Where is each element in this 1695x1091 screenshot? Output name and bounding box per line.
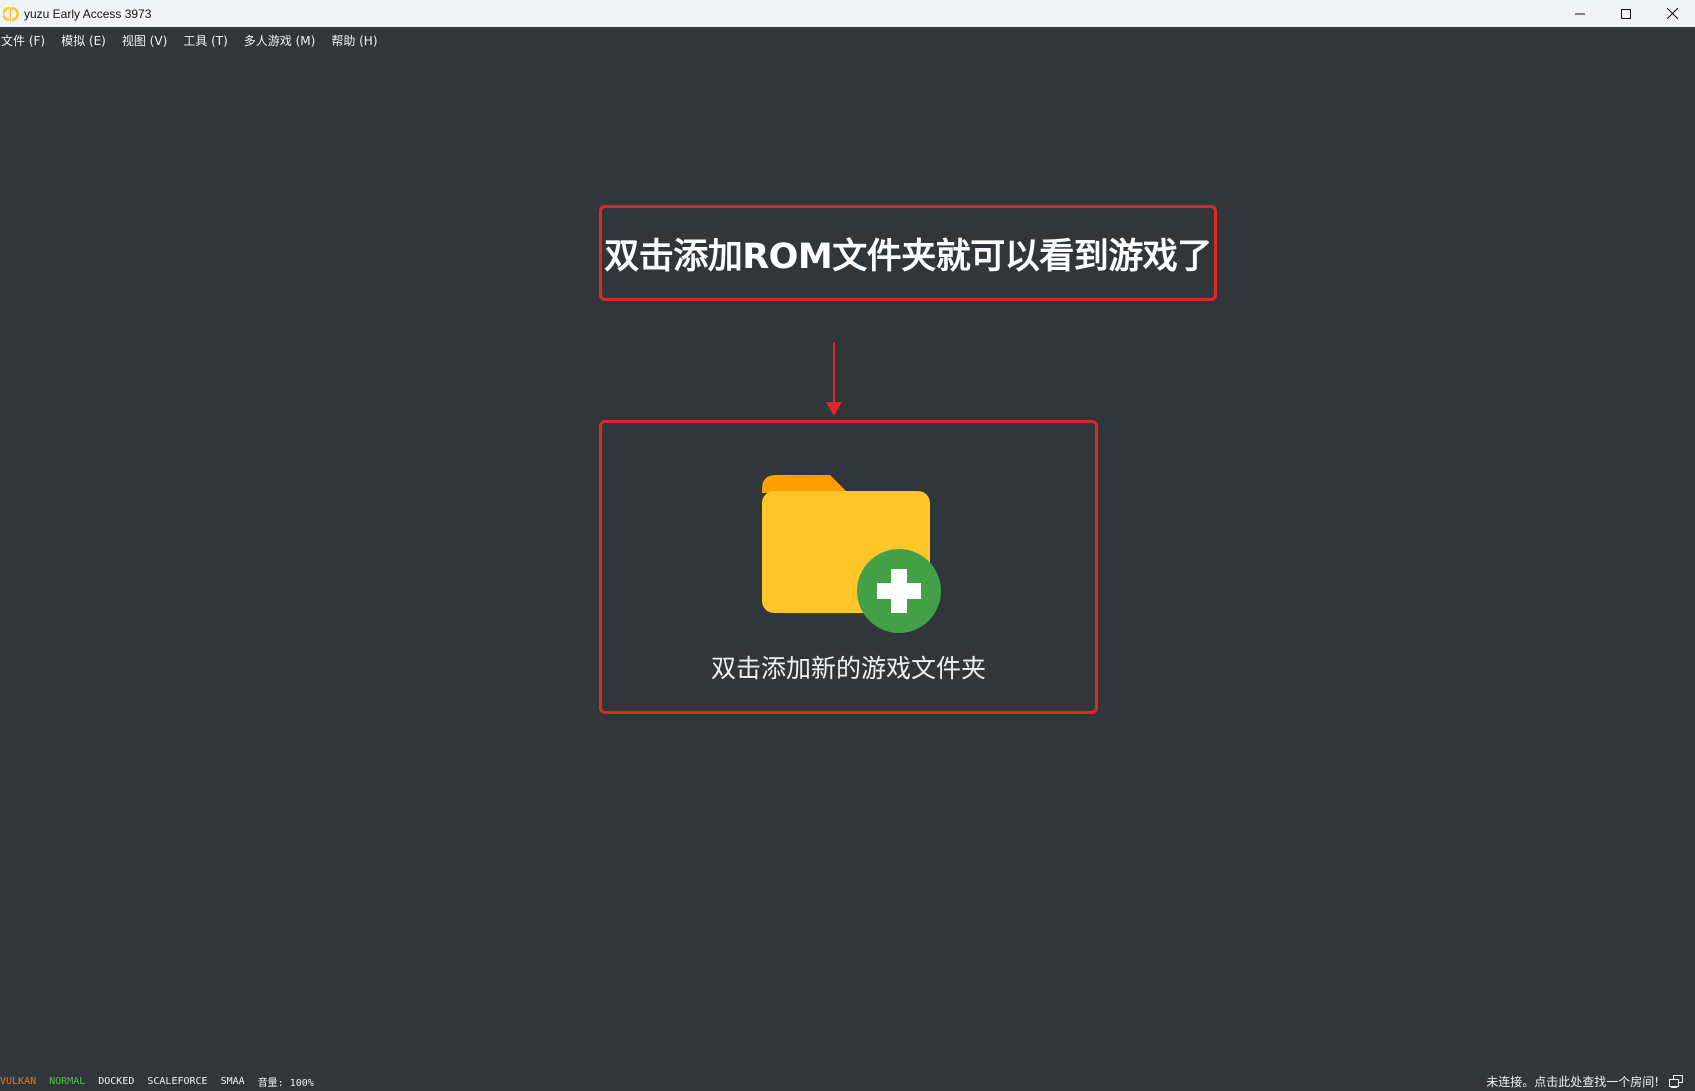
multiplayer-status-link[interactable]: 未连接。点击此处查找一个房间! bbox=[1486, 1073, 1659, 1090]
menu-view[interactable]: 视图 (V) bbox=[121, 32, 175, 49]
close-icon bbox=[1666, 8, 1678, 19]
menu-file[interactable]: 文件 (F) bbox=[0, 32, 53, 49]
status-dock-mode[interactable]: DOCKED bbox=[98, 1076, 134, 1087]
network-disconnected-icon[interactable] bbox=[1669, 1074, 1683, 1088]
menu-emulation[interactable]: 模拟 (E) bbox=[60, 32, 114, 49]
minimize-icon bbox=[1575, 13, 1585, 14]
yuzu-logo-icon bbox=[2, 6, 19, 22]
annotation-callout-box: 双击添加ROM文件夹就可以看到游戏了 bbox=[599, 205, 1217, 301]
menu-multiplayer[interactable]: 多人游戏 (M) bbox=[243, 32, 324, 49]
maximize-button[interactable] bbox=[1603, 0, 1649, 27]
add-game-folder-area[interactable]: 双击添加新的游戏文件夹 bbox=[599, 420, 1098, 714]
annotation-arrow-icon bbox=[826, 342, 842, 416]
status-anti-aliasing[interactable]: SMAA bbox=[221, 1076, 245, 1087]
status-gpu-accuracy[interactable]: NORMAL bbox=[49, 1076, 85, 1087]
window-controls bbox=[1557, 0, 1695, 27]
add-folder-icon bbox=[762, 475, 941, 633]
minimize-button[interactable] bbox=[1557, 0, 1603, 27]
status-graphics-api[interactable]: VULKAN bbox=[0, 1076, 36, 1087]
app-window: yuzu Early Access 3973 文件 (F) 模拟 (E) 视图 … bbox=[0, 0, 1695, 1091]
close-button[interactable] bbox=[1649, 0, 1695, 27]
status-filter[interactable]: SCALEFORCE bbox=[147, 1076, 207, 1087]
status-bar-right: 未连接。点击此处查找一个房间! bbox=[1486, 1071, 1683, 1091]
menu-help[interactable]: 帮助 (H) bbox=[330, 32, 385, 49]
title-bar[interactable]: yuzu Early Access 3973 bbox=[0, 0, 1695, 27]
status-bar: VULKAN NORMAL DOCKED SCALEFORCE SMAA 音量:… bbox=[0, 1071, 1695, 1091]
status-volume[interactable]: 音量: 100% bbox=[258, 1074, 314, 1089]
add-folder-label: 双击添加新的游戏文件夹 bbox=[710, 654, 986, 683]
window-title: yuzu Early Access 3973 bbox=[24, 6, 152, 21]
maximize-icon bbox=[1621, 8, 1631, 19]
menu-tools[interactable]: 工具 (T) bbox=[182, 32, 236, 49]
annotation-callout-text: 双击添加ROM文件夹就可以看到游戏了 bbox=[604, 236, 1212, 277]
menu-bar: 文件 (F) 模拟 (E) 视图 (V) 工具 (T) 多人游戏 (M) 帮助 … bbox=[0, 28, 393, 52]
